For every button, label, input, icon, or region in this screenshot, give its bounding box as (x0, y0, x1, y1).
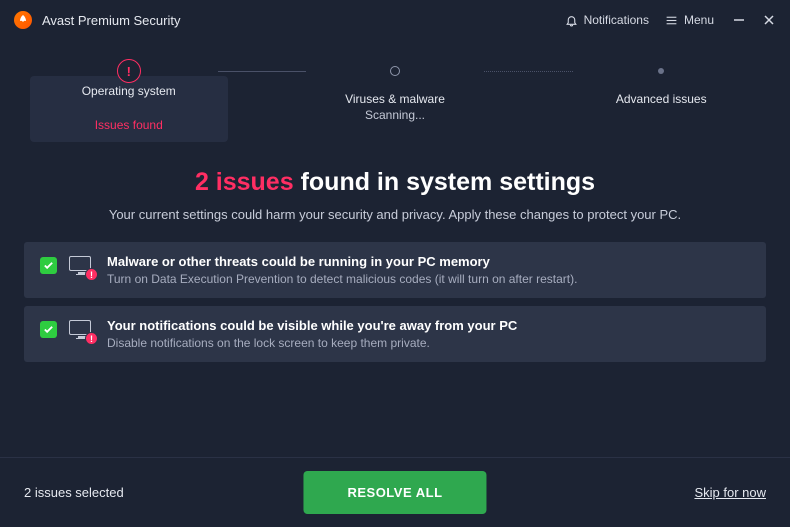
issue-checkbox[interactable] (40, 257, 57, 274)
resolve-all-button[interactable]: RESOLVE ALL (303, 471, 486, 514)
headline-rest: found in system settings (301, 168, 595, 196)
app-title: Avast Premium Security (42, 13, 180, 28)
step-dot-icon (658, 68, 664, 74)
notifications-label: Notifications (584, 13, 649, 27)
issue-desc: Turn on Data Execution Prevention to det… (107, 272, 750, 286)
alert-circle-icon: ! (117, 59, 141, 83)
issue-checkbox[interactable] (40, 321, 57, 338)
bell-icon (565, 14, 578, 27)
pc-alert-icon: ! (69, 256, 95, 278)
step-dot-icon (390, 66, 400, 76)
pc-alert-icon: ! (69, 320, 95, 342)
issue-row: ! Malware or other threats could be runn… (24, 242, 766, 298)
progress-stepper: ! Operating system Issues found Viruses … (0, 58, 790, 142)
title-bar: Avast Premium Security Notifications Men… (0, 0, 790, 40)
step-subtitle: Issues found (68, 118, 190, 132)
issue-count: 2 issues (195, 168, 294, 196)
menu-button[interactable]: Menu (657, 9, 722, 31)
issues-list: ! Malware or other threats could be runn… (24, 242, 766, 362)
footer-bar: 2 issues selected RESOLVE ALL Skip for n… (0, 457, 790, 527)
issue-title: Your notifications could be visible whil… (107, 318, 750, 333)
step-advanced-issues: Advanced issues (573, 58, 751, 106)
step-title: Advanced issues (573, 92, 751, 106)
close-button[interactable] (762, 14, 776, 26)
issue-title: Malware or other threats could be runnin… (107, 254, 750, 269)
step-viruses-malware: Viruses & malware Scanning... (306, 58, 484, 122)
step-title: Operating system (44, 84, 214, 98)
selected-count: 2 issues selected (24, 485, 124, 500)
step-operating-system: ! Operating system Issues found (40, 58, 218, 142)
skip-for-now-link[interactable]: Skip for now (694, 485, 766, 500)
avast-logo-icon (14, 11, 32, 29)
menu-label: Menu (684, 13, 714, 27)
issue-desc: Disable notifications on the lock screen… (107, 336, 750, 350)
headline: 2 issues found in system settings (0, 168, 790, 197)
step-subtitle: Scanning... (306, 108, 484, 122)
hamburger-icon (665, 14, 678, 27)
notifications-button[interactable]: Notifications (557, 9, 657, 31)
subtext: Your current settings could harm your se… (0, 207, 790, 222)
minimize-button[interactable] (732, 14, 746, 26)
issue-row: ! Your notifications could be visible wh… (24, 306, 766, 362)
step-title: Viruses & malware (306, 92, 484, 106)
